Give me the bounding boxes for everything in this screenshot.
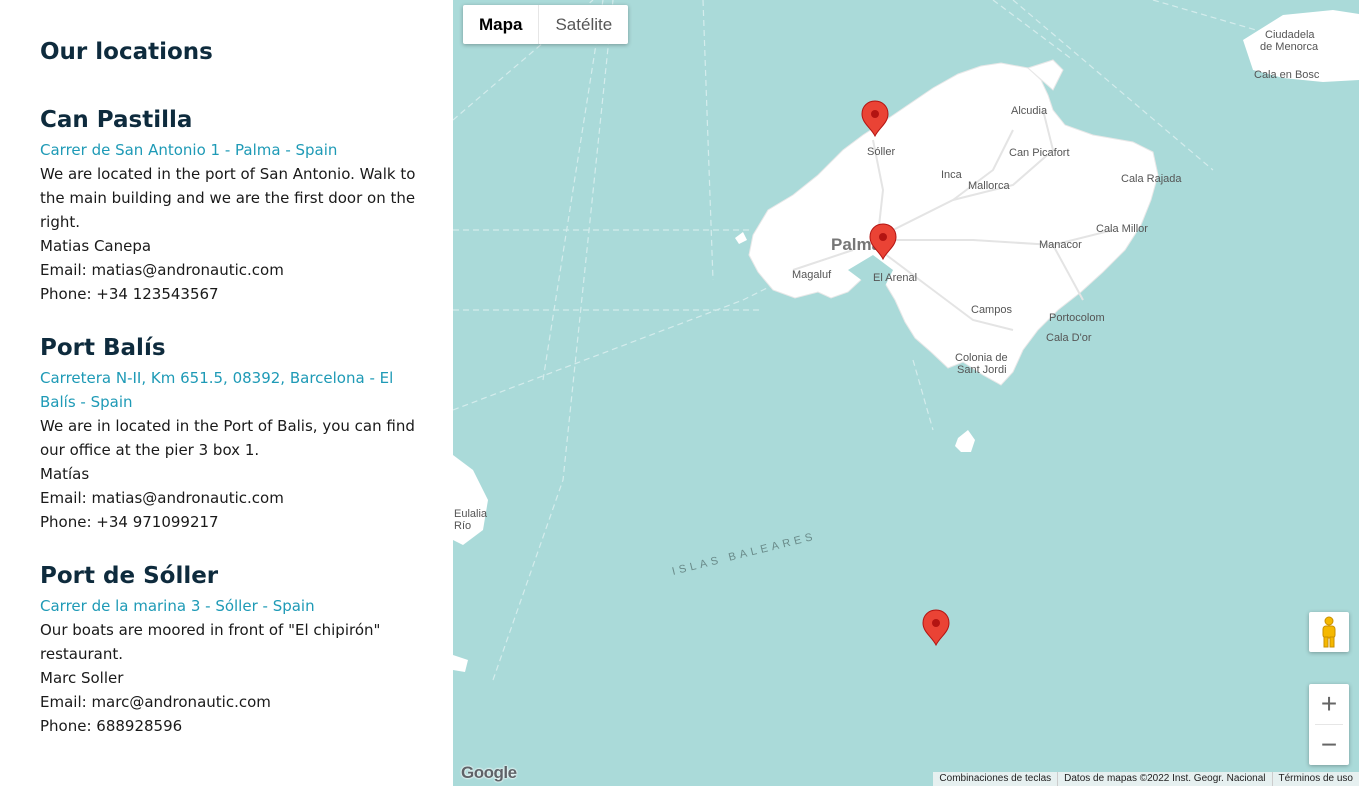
location-email: Email: matias@andronautic.com xyxy=(40,489,284,507)
location-description: We are located in the port of San Antoni… xyxy=(40,165,416,231)
place-label: Río xyxy=(454,520,471,532)
location-contact: Marc Soller xyxy=(40,669,124,687)
place-label: Portocolom xyxy=(1049,312,1105,324)
place-label: Manacor xyxy=(1039,239,1082,251)
location-contact: Matias Canepa xyxy=(40,237,152,255)
cabrera-island xyxy=(955,430,975,452)
locations-panel: Our locations Can Pastilla Carrer de San… xyxy=(0,0,453,786)
place-label: Mallorca xyxy=(968,180,1010,192)
sea-label: ISLAS BALEARES xyxy=(671,530,818,578)
place-label: de Menorca xyxy=(1260,41,1319,53)
location-contact: Matías xyxy=(40,465,90,483)
location-email: Email: marc@andronautic.com xyxy=(40,693,271,711)
location-name: Can Pastilla xyxy=(40,107,193,133)
map-tiles: Sóller Alcudia Can Picafort Inca Mallorc… xyxy=(453,0,1359,681)
place-label: Alcudia xyxy=(1011,105,1048,117)
pegman-icon xyxy=(1322,616,1336,648)
place-label: Magaluf xyxy=(792,269,832,281)
map-data-attribution: Datos de mapas ©2022 Inst. Geogr. Nacion… xyxy=(1057,772,1271,786)
location-can-pastilla: Can Pastilla Carrer de San Antonio 1 - P… xyxy=(40,104,420,306)
place-label: Can Picafort xyxy=(1009,147,1070,159)
page-title: Our locations xyxy=(40,39,213,65)
place-label: El Arenal xyxy=(873,272,917,284)
place-label: Inca xyxy=(941,169,963,181)
location-email: Email: matias@andronautic.com xyxy=(40,261,284,279)
map-type-map-button[interactable]: Mapa xyxy=(463,5,538,44)
map-type-satellite-button[interactable]: Satélite xyxy=(539,5,628,44)
map-footer: Combinaciones de teclas Datos de mapas ©… xyxy=(933,772,1359,786)
location-phone: Phone: +34 971099217 xyxy=(40,513,219,531)
ferry-routes xyxy=(453,0,1359,681)
location-port-de-soller: Port de Sóller Carrer de la marina 3 - S… xyxy=(40,560,420,738)
place-label: Cala Millor xyxy=(1096,223,1148,235)
location-phone: Phone: +34 123543567 xyxy=(40,285,219,303)
place-label: Campos xyxy=(971,304,1012,316)
place-label: Ciudadela xyxy=(1265,29,1315,41)
map-type-control: Mapa Satélite xyxy=(463,5,629,44)
zoom-out-button[interactable]: − xyxy=(1309,725,1349,765)
zoom-control: + − xyxy=(1309,684,1349,765)
location-name: Port de Sóller xyxy=(40,563,219,589)
location-name: Port Balís xyxy=(40,335,166,361)
location-description: We are in located in the Port of Balis, … xyxy=(40,417,415,459)
location-address-link[interactable]: Carretera N-II, Km 651.5, 08392, Barcelo… xyxy=(40,366,420,414)
location-address-link[interactable]: Carrer de la marina 3 - Sóller - Spain xyxy=(40,594,420,618)
location-address-link[interactable]: Carrer de San Antonio 1 - Palma - Spain xyxy=(40,138,420,162)
map-marker-sea[interactable] xyxy=(922,609,950,647)
place-label: Cala en Bosc xyxy=(1254,69,1320,81)
google-logo[interactable]: Google xyxy=(461,763,517,783)
place-label: Colonia de xyxy=(955,352,1008,364)
location-phone: Phone: 688928596 xyxy=(40,717,183,735)
zoom-in-button[interactable]: + xyxy=(1309,684,1349,724)
place-label: Cala D'or xyxy=(1046,332,1092,344)
location-description: Our boats are moored in front of "El chi… xyxy=(40,621,381,663)
place-label: Sóller xyxy=(867,146,895,158)
street-view-button[interactable] xyxy=(1309,612,1349,652)
terms-link[interactable]: Términos de uso xyxy=(1271,772,1359,786)
place-label: Eulalia xyxy=(454,508,488,520)
map-canvas[interactable]: Sóller Alcudia Can Picafort Inca Mallorc… xyxy=(453,0,1359,786)
place-label: Cala Rajada xyxy=(1121,173,1182,185)
keyboard-shortcuts-link[interactable]: Combinaciones de teclas xyxy=(933,772,1057,786)
place-label: Sant Jordi xyxy=(957,364,1007,376)
location-port-balis: Port Balís Carretera N-II, Km 651.5, 083… xyxy=(40,332,420,534)
